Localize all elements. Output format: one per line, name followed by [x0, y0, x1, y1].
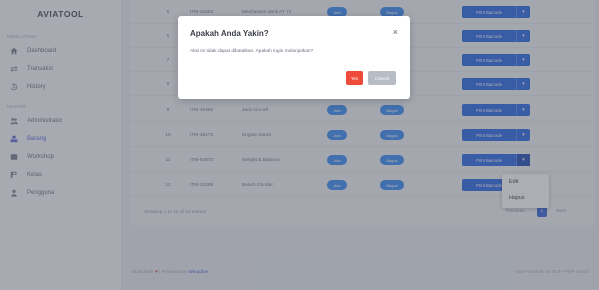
confirm-yes-button[interactable]: Yes: [346, 71, 363, 85]
cancel-button[interactable]: Cancel: [368, 71, 396, 85]
confirm-dialog: Apakah Anda Yakin? × Aksi ini tidak dapa…: [178, 16, 410, 99]
dialog-message: Aksi ini tidak dapat dibatalkan. Apakah …: [190, 49, 314, 54]
dialog-title: Apakah Anda Yakin?: [190, 29, 269, 38]
close-icon[interactable]: ×: [393, 27, 398, 37]
